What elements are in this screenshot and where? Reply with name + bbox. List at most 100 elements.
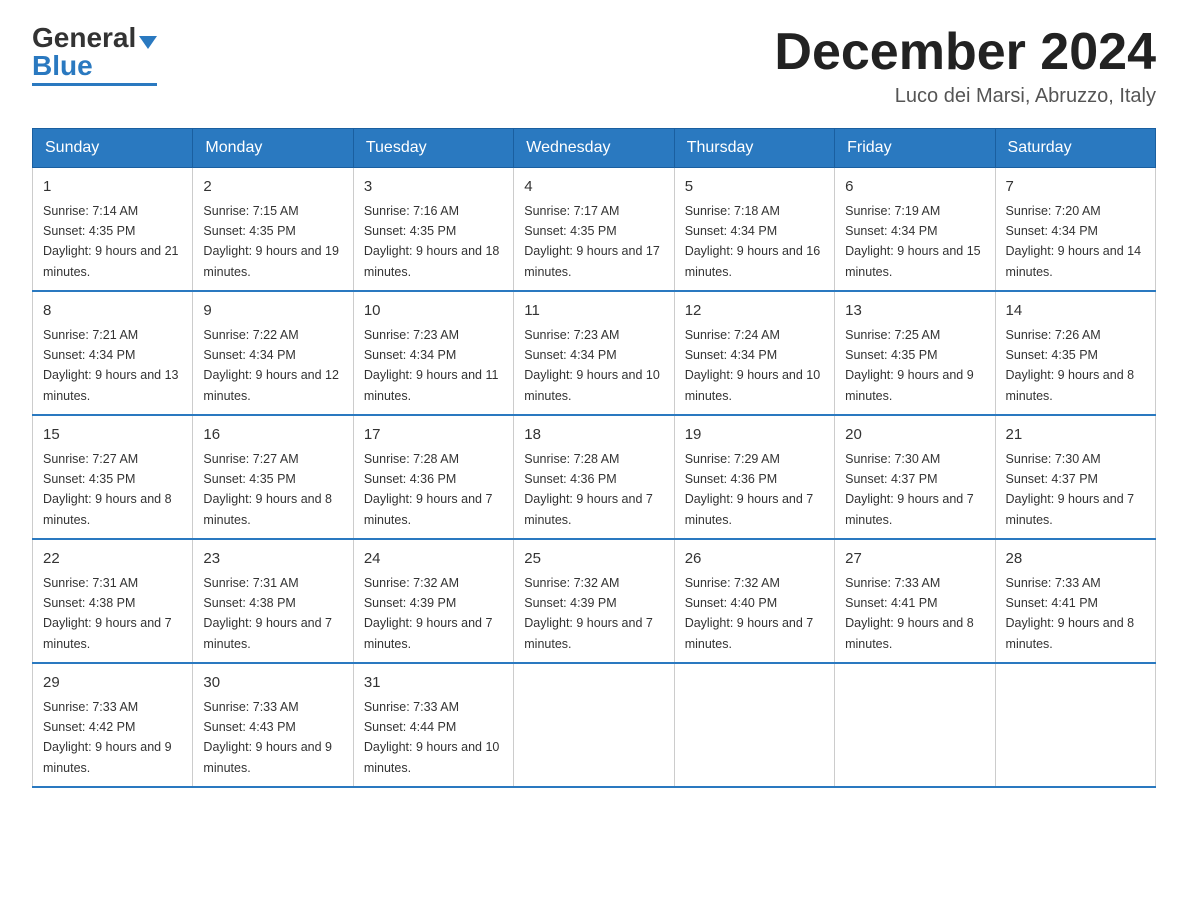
day-number: 27 (845, 548, 984, 571)
day-info: Sunrise: 7:21 AMSunset: 4:34 PMDaylight:… (43, 328, 179, 403)
calendar-cell: 14 Sunrise: 7:26 AMSunset: 4:35 PMDayligh… (995, 291, 1155, 415)
day-number: 16 (203, 424, 342, 447)
day-number: 29 (43, 672, 182, 695)
calendar-cell: 12 Sunrise: 7:24 AMSunset: 4:34 PMDayligh… (674, 291, 834, 415)
calendar-cell: 7 Sunrise: 7:20 AMSunset: 4:34 PMDaylight… (995, 168, 1155, 292)
day-number: 8 (43, 300, 182, 323)
day-info: Sunrise: 7:28 AMSunset: 4:36 PMDaylight:… (364, 452, 493, 527)
weekday-header-tuesday: Tuesday (353, 129, 513, 168)
calendar-cell (995, 663, 1155, 787)
calendar-cell: 27 Sunrise: 7:33 AMSunset: 4:41 PMDayligh… (835, 539, 995, 663)
logo-blue: Blue (32, 50, 93, 81)
weekday-header-thursday: Thursday (674, 129, 834, 168)
logo-line (32, 83, 157, 86)
weekday-header-monday: Monday (193, 129, 353, 168)
day-number: 3 (364, 176, 503, 199)
day-info: Sunrise: 7:16 AMSunset: 4:35 PMDaylight:… (364, 204, 500, 279)
day-info: Sunrise: 7:23 AMSunset: 4:34 PMDaylight:… (364, 328, 499, 403)
calendar-cell: 9Sunrise: 7:22 AMSunset: 4:34 PMDaylight… (193, 291, 353, 415)
day-number: 18 (524, 424, 663, 447)
weekday-header-row: SundayMondayTuesdayWednesdayThursdayFrid… (33, 129, 1156, 168)
day-number: 5 (685, 176, 824, 199)
weekday-header-saturday: Saturday (995, 129, 1155, 168)
day-info: Sunrise: 7:32 AMSunset: 4:39 PMDaylight:… (364, 576, 493, 651)
calendar-cell: 31Sunrise: 7:33 AMSunset: 4:44 PMDayligh… (353, 663, 513, 787)
day-info: Sunrise: 7:24 AMSunset: 4:34 PMDaylight:… (685, 328, 821, 403)
day-number: 21 (1006, 424, 1145, 447)
week-row-3: 15 Sunrise: 7:27 AMSunset: 4:35 PMDayligh… (33, 415, 1156, 539)
day-number: 2 (203, 176, 342, 199)
day-info: Sunrise: 7:30 AMSunset: 4:37 PMDaylight:… (845, 452, 974, 527)
day-info: Sunrise: 7:29 AMSunset: 4:36 PMDaylight:… (685, 452, 814, 527)
day-number: 25 (524, 548, 663, 571)
calendar-cell: 10 Sunrise: 7:23 AMSunset: 4:34 PMDayligh… (353, 291, 513, 415)
day-info: Sunrise: 7:33 AMSunset: 4:41 PMDaylight:… (845, 576, 974, 651)
week-row-2: 8 Sunrise: 7:21 AMSunset: 4:34 PMDaylight… (33, 291, 1156, 415)
calendar-cell: 19Sunrise: 7:29 AMSunset: 4:36 PMDayligh… (674, 415, 834, 539)
day-number: 31 (364, 672, 503, 695)
day-number: 22 (43, 548, 182, 571)
weekday-header-wednesday: Wednesday (514, 129, 674, 168)
week-row-4: 22 Sunrise: 7:31 AMSunset: 4:38 PMDayligh… (33, 539, 1156, 663)
day-number: 26 (685, 548, 824, 571)
day-number: 9 (203, 300, 342, 323)
day-info: Sunrise: 7:18 AMSunset: 4:34 PMDaylight:… (685, 204, 821, 279)
day-info: Sunrise: 7:20 AMSunset: 4:34 PMDaylight:… (1006, 204, 1142, 279)
calendar-table: SundayMondayTuesdayWednesdayThursdayFrid… (32, 128, 1156, 788)
calendar-cell: 4 Sunrise: 7:17 AMSunset: 4:35 PMDaylight… (514, 168, 674, 292)
day-info: Sunrise: 7:23 AMSunset: 4:34 PMDaylight:… (524, 328, 660, 403)
calendar-cell (674, 663, 834, 787)
calendar-cell: 20 Sunrise: 7:30 AMSunset: 4:37 PMDayligh… (835, 415, 995, 539)
calendar-cell: 2Sunrise: 7:15 AMSunset: 4:35 PMDaylight… (193, 168, 353, 292)
day-info: Sunrise: 7:32 AMSunset: 4:39 PMDaylight:… (524, 576, 653, 651)
day-info: Sunrise: 7:25 AMSunset: 4:35 PMDaylight:… (845, 328, 974, 403)
calendar-cell: 6 Sunrise: 7:19 AMSunset: 4:34 PMDaylight… (835, 168, 995, 292)
day-number: 13 (845, 300, 984, 323)
calendar-cell (514, 663, 674, 787)
day-number: 10 (364, 300, 503, 323)
location: Luco dei Marsi, Abruzzo, Italy (774, 85, 1156, 108)
month-title: December 2024 (774, 24, 1156, 81)
title-block: December 2024 Luco dei Marsi, Abruzzo, I… (774, 24, 1156, 108)
calendar-cell: 18 Sunrise: 7:28 AMSunset: 4:36 PMDayligh… (514, 415, 674, 539)
calendar-cell: 28Sunrise: 7:33 AMSunset: 4:41 PMDayligh… (995, 539, 1155, 663)
day-number: 1 (43, 176, 182, 199)
calendar-cell: 15 Sunrise: 7:27 AMSunset: 4:35 PMDayligh… (33, 415, 193, 539)
day-number: 6 (845, 176, 984, 199)
calendar-cell: 16 Sunrise: 7:27 AMSunset: 4:35 PMDayligh… (193, 415, 353, 539)
day-info: Sunrise: 7:14 AMSunset: 4:35 PMDaylight:… (43, 204, 179, 279)
day-info: Sunrise: 7:27 AMSunset: 4:35 PMDaylight:… (43, 452, 172, 527)
calendar-cell: 5 Sunrise: 7:18 AMSunset: 4:34 PMDaylight… (674, 168, 834, 292)
day-info: Sunrise: 7:31 AMSunset: 4:38 PMDaylight:… (43, 576, 172, 651)
calendar-cell: 8 Sunrise: 7:21 AMSunset: 4:34 PMDaylight… (33, 291, 193, 415)
day-number: 14 (1006, 300, 1145, 323)
week-row-1: 1 Sunrise: 7:14 AMSunset: 4:35 PMDaylight… (33, 168, 1156, 292)
day-info: Sunrise: 7:28 AMSunset: 4:36 PMDaylight:… (524, 452, 653, 527)
calendar-cell: 17Sunrise: 7:28 AMSunset: 4:36 PMDayligh… (353, 415, 513, 539)
day-info: Sunrise: 7:27 AMSunset: 4:35 PMDaylight:… (203, 452, 332, 527)
day-info: Sunrise: 7:19 AMSunset: 4:34 PMDaylight:… (845, 204, 981, 279)
day-number: 15 (43, 424, 182, 447)
day-number: 23 (203, 548, 342, 571)
calendar-cell: 24 Sunrise: 7:32 AMSunset: 4:39 PMDayligh… (353, 539, 513, 663)
calendar-cell: 23Sunrise: 7:31 AMSunset: 4:38 PMDayligh… (193, 539, 353, 663)
calendar-cell: 1 Sunrise: 7:14 AMSunset: 4:35 PMDaylight… (33, 168, 193, 292)
day-number: 20 (845, 424, 984, 447)
calendar-cell: 3 Sunrise: 7:16 AMSunset: 4:35 PMDaylight… (353, 168, 513, 292)
calendar-cell: 29 Sunrise: 7:33 AMSunset: 4:42 PMDayligh… (33, 663, 193, 787)
day-number: 11 (524, 300, 663, 323)
day-info: Sunrise: 7:32 AMSunset: 4:40 PMDaylight:… (685, 576, 814, 651)
day-number: 7 (1006, 176, 1145, 199)
day-info: Sunrise: 7:26 AMSunset: 4:35 PMDaylight:… (1006, 328, 1135, 403)
page-header: GeneralBlue December 2024 Luco dei Marsi… (32, 24, 1156, 108)
calendar-cell (835, 663, 995, 787)
day-info: Sunrise: 7:17 AMSunset: 4:35 PMDaylight:… (524, 204, 660, 279)
logo-text: GeneralBlue (32, 24, 157, 80)
day-number: 24 (364, 548, 503, 571)
day-number: 12 (685, 300, 824, 323)
calendar-cell: 21Sunrise: 7:30 AMSunset: 4:37 PMDayligh… (995, 415, 1155, 539)
calendar-cell: 11 Sunrise: 7:23 AMSunset: 4:34 PMDayligh… (514, 291, 674, 415)
day-number: 4 (524, 176, 663, 199)
day-info: Sunrise: 7:33 AMSunset: 4:42 PMDaylight:… (43, 700, 172, 775)
day-number: 30 (203, 672, 342, 695)
